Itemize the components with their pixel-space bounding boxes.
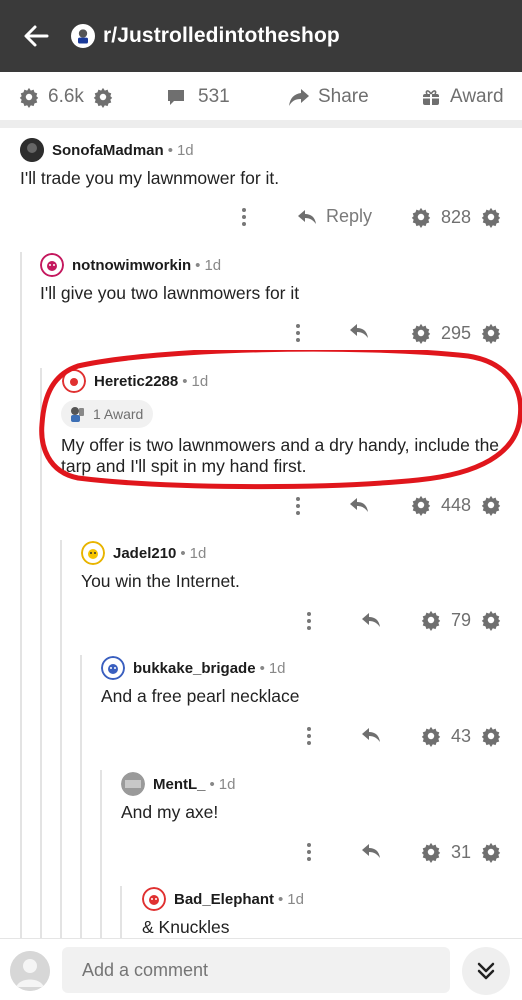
vote-control: 6.6k xyxy=(18,86,114,108)
upvote-gear-icon[interactable] xyxy=(420,725,442,747)
vote-count: 79 xyxy=(451,610,472,630)
reply-arrow-icon xyxy=(298,209,316,224)
comment-age: 1d xyxy=(204,256,222,274)
comment-age: 1d xyxy=(218,775,236,793)
subreddit-name[interactable]: r/Justrolledintotheshop xyxy=(103,24,340,48)
thread-line xyxy=(100,770,102,938)
share-button[interactable]: Share xyxy=(288,86,369,108)
upvote-gear-icon[interactable] xyxy=(420,609,442,631)
red-highlight-circle xyxy=(39,350,522,490)
share-arrow-icon xyxy=(289,89,309,106)
user-avatar[interactable] xyxy=(40,253,64,277)
user-avatar[interactable] xyxy=(81,541,105,565)
user-avatar[interactable] xyxy=(142,887,166,911)
thread-line xyxy=(60,540,62,938)
reply-arrow-icon[interactable] xyxy=(360,842,382,860)
more-options-icon[interactable] xyxy=(296,324,300,345)
more-options-icon[interactable] xyxy=(307,843,311,864)
comment-age: 1d xyxy=(268,659,286,677)
vote-count: 43 xyxy=(451,726,472,746)
comment-age: 1d xyxy=(176,141,194,159)
comments-button[interactable]: 531 xyxy=(166,86,230,108)
comment-meta: bukkake_brigade • 1d xyxy=(101,656,286,680)
vote-count: 828 xyxy=(441,207,472,227)
upvote-gear-icon[interactable] xyxy=(410,494,432,516)
comment-age: 1d xyxy=(287,890,304,908)
separator-dot: • xyxy=(167,141,173,159)
comment-body: And my axe! xyxy=(121,802,219,822)
separator-dot: • xyxy=(195,256,201,274)
comment-bubble-icon xyxy=(168,90,184,105)
comment-count: 531 xyxy=(198,86,230,107)
downvote-gear-icon[interactable] xyxy=(92,86,114,108)
upvote-gear-icon[interactable] xyxy=(18,86,40,108)
more-options-icon[interactable] xyxy=(242,208,246,229)
username[interactable]: bukkake_brigade xyxy=(133,660,256,677)
reply-label: Reply xyxy=(326,206,373,226)
username[interactable]: Jadel210 xyxy=(113,545,176,562)
more-options-icon[interactable] xyxy=(296,497,300,518)
add-comment-input[interactable] xyxy=(62,947,450,993)
reply-button[interactable]: Reply xyxy=(296,206,372,227)
comment-body: I'll trade you my lawnmower for it. xyxy=(20,168,280,188)
comment-age: 1d xyxy=(189,544,207,562)
reply-arrow-icon[interactable] xyxy=(360,726,382,744)
separator-dot: • xyxy=(259,659,265,677)
downvote-gear-icon[interactable] xyxy=(480,206,502,228)
username[interactable]: MentL_ xyxy=(153,776,206,793)
reply-arrow-icon[interactable] xyxy=(348,496,370,514)
comment-meta: notnowimworkin • 1d xyxy=(40,253,221,277)
user-avatar[interactable] xyxy=(20,138,44,162)
share-label: Share xyxy=(318,86,369,107)
comment-composer-bar xyxy=(0,938,522,1000)
comment-body: I'll give you two lawnmowers for it xyxy=(40,283,300,303)
comment-body: You win the Internet. xyxy=(81,571,240,591)
vote-count: 295 xyxy=(441,323,472,343)
username[interactable]: notnowimworkin xyxy=(72,257,191,274)
top-app-bar: r/Justrolledintotheshop xyxy=(0,0,522,72)
downvote-gear-icon[interactable] xyxy=(480,841,502,863)
user-avatar[interactable] xyxy=(101,656,125,680)
more-options-icon[interactable] xyxy=(307,612,311,633)
comment-meta: SonofaMadman • 1d xyxy=(20,138,194,162)
username[interactable]: SonofaMadman xyxy=(52,142,164,159)
separator-dot: • xyxy=(278,890,284,908)
separator-dot: • xyxy=(180,544,186,562)
subreddit-avatar[interactable] xyxy=(71,24,95,48)
post-action-bar: 6.6k 531 Share Award xyxy=(0,72,522,122)
upvote-gear-icon[interactable] xyxy=(410,322,432,344)
upvote-gear-icon[interactable] xyxy=(420,841,442,863)
username[interactable]: Bad_Elephant xyxy=(174,891,274,908)
thread-line xyxy=(20,252,22,938)
vote-count: 448 xyxy=(441,495,472,515)
downvote-gear-icon[interactable] xyxy=(480,725,502,747)
comment-meta: Jadel210 • 1d xyxy=(81,541,206,565)
collapse-button[interactable] xyxy=(462,947,510,995)
thread-line xyxy=(80,655,82,938)
vote-count: 6.6k xyxy=(48,86,84,107)
gift-icon xyxy=(423,90,439,105)
reply-arrow-icon[interactable] xyxy=(360,611,382,629)
back-arrow-icon[interactable] xyxy=(22,22,50,50)
comment-meta: Bad_Elephant • 1d xyxy=(142,887,304,911)
separator-dot: • xyxy=(209,775,215,793)
comment-meta: MentL_ • 1d xyxy=(121,772,235,796)
downvote-gear-icon[interactable] xyxy=(480,609,502,631)
double-chevron-down-icon xyxy=(477,962,495,980)
comment-body: And a free pearl necklace xyxy=(101,686,300,706)
downvote-gear-icon[interactable] xyxy=(480,322,502,344)
reply-arrow-icon[interactable] xyxy=(348,322,370,340)
award-button[interactable]: Award xyxy=(422,86,504,108)
user-avatar[interactable] xyxy=(121,772,145,796)
award-label: Award xyxy=(450,86,504,107)
my-avatar[interactable] xyxy=(10,951,50,991)
upvote-gear-icon[interactable] xyxy=(410,206,432,228)
vote-count: 31 xyxy=(451,842,472,862)
comment-body: & Knuckles xyxy=(142,917,230,937)
downvote-gear-icon[interactable] xyxy=(480,494,502,516)
section-divider xyxy=(0,120,522,128)
thread-line xyxy=(120,886,122,938)
more-options-icon[interactable] xyxy=(307,727,311,748)
